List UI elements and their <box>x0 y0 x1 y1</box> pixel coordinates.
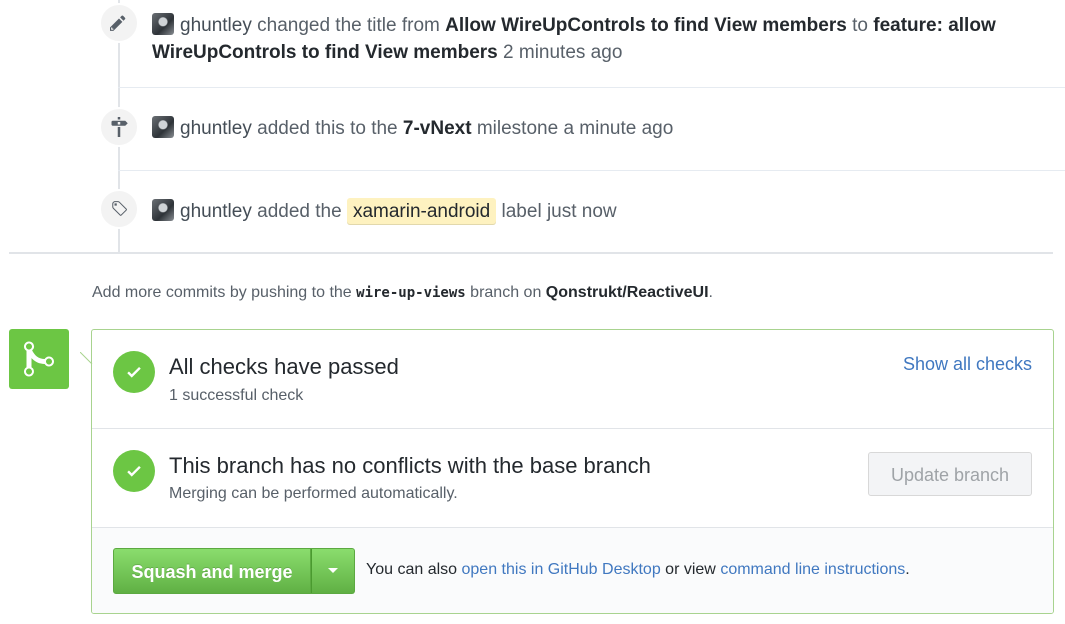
milestone-icon <box>99 107 139 147</box>
timeline-event-labeled: ghuntley added the xamarin-android label… <box>0 171 1053 252</box>
pencil-icon <box>99 3 139 43</box>
event-time[interactable]: 2 minutes ago <box>503 42 622 63</box>
branch-name: wire-up-views <box>356 285 466 301</box>
command-line-instructions-link[interactable]: command line instructions <box>720 561 905 578</box>
author-link[interactable]: ghuntley <box>180 15 252 36</box>
event-time[interactable]: just now <box>547 201 617 222</box>
conflicts-subtitle: Merging can be performed automatically. <box>169 485 458 502</box>
alt-middle: or view <box>665 561 716 578</box>
avatar[interactable] <box>152 116 174 138</box>
show-all-checks-link[interactable]: Show all checks <box>903 354 1032 375</box>
alt-suffix: . <box>905 561 910 578</box>
merge-button-group: Squash and merge <box>113 548 355 594</box>
alternative-merge-text: You can also open this in GitHub Desktop… <box>366 561 910 579</box>
checks-section: All checks have passed 1 successful chec… <box>92 330 1053 428</box>
git-merge-icon <box>9 329 69 389</box>
merge-method-dropdown[interactable] <box>311 548 355 594</box>
open-in-desktop-link[interactable]: open this in GitHub Desktop <box>462 561 661 578</box>
conflicts-section: This branch has no conflicts with the ba… <box>92 428 1053 528</box>
timeline-event-milestoned: ghuntley added this to the 7-vNext miles… <box>0 88 1053 170</box>
push-hint: Add more commits by pushing to the wire-… <box>92 284 713 302</box>
conflicts-title: This branch has no conflicts with the ba… <box>169 453 651 478</box>
tag-icon <box>99 189 139 229</box>
checks-subtitle: 1 successful check <box>169 387 304 404</box>
event-action: changed the title from <box>257 15 440 36</box>
author-link[interactable]: ghuntley <box>180 118 252 139</box>
repo-link[interactable]: Qonstrukt/ReactiveUI <box>546 284 709 301</box>
squash-and-merge-button[interactable]: Squash and merge <box>113 548 311 594</box>
avatar[interactable] <box>152 199 174 221</box>
push-hint-prefix: Add more commits by pushing to the <box>92 284 352 301</box>
event-suffix: milestone <box>476 118 559 139</box>
event-time[interactable]: a minute ago <box>563 118 673 139</box>
update-branch-button[interactable]: Update branch <box>868 452 1032 496</box>
event-action: added the <box>257 201 342 222</box>
check-icon <box>113 351 155 393</box>
merge-box: All checks have passed 1 successful chec… <box>91 329 1054 614</box>
event-suffix: label <box>501 201 542 222</box>
issue-label[interactable]: xamarin-android <box>346 198 497 225</box>
event-text: ghuntley changed the title from Allow Wi… <box>152 12 1033 66</box>
check-icon <box>113 450 155 492</box>
timeline-bottom-divider <box>9 252 1053 254</box>
event-action: added this to the <box>257 118 398 139</box>
avatar[interactable] <box>152 13 174 35</box>
alt-prefix: You can also <box>366 561 458 578</box>
to-word: to <box>852 15 868 36</box>
event-text: ghuntley added this to the 7-vNext miles… <box>152 115 1033 142</box>
author-link[interactable]: ghuntley <box>180 201 252 222</box>
timeline-event-renamed: ghuntley changed the title from Allow Wi… <box>0 0 1053 87</box>
push-hint-suffix: . <box>708 284 713 301</box>
checks-title: All checks have passed <box>169 354 399 379</box>
milestone-link[interactable]: 7-vNext <box>403 118 472 139</box>
event-text: ghuntley added the xamarin-android label… <box>152 198 1033 225</box>
old-title: Allow WireUpControls to find View member… <box>445 15 847 36</box>
merge-action-section: Squash and merge You can also open this … <box>92 527 1053 613</box>
push-hint-middle: branch on <box>470 284 542 301</box>
caret-down-icon <box>328 568 338 573</box>
